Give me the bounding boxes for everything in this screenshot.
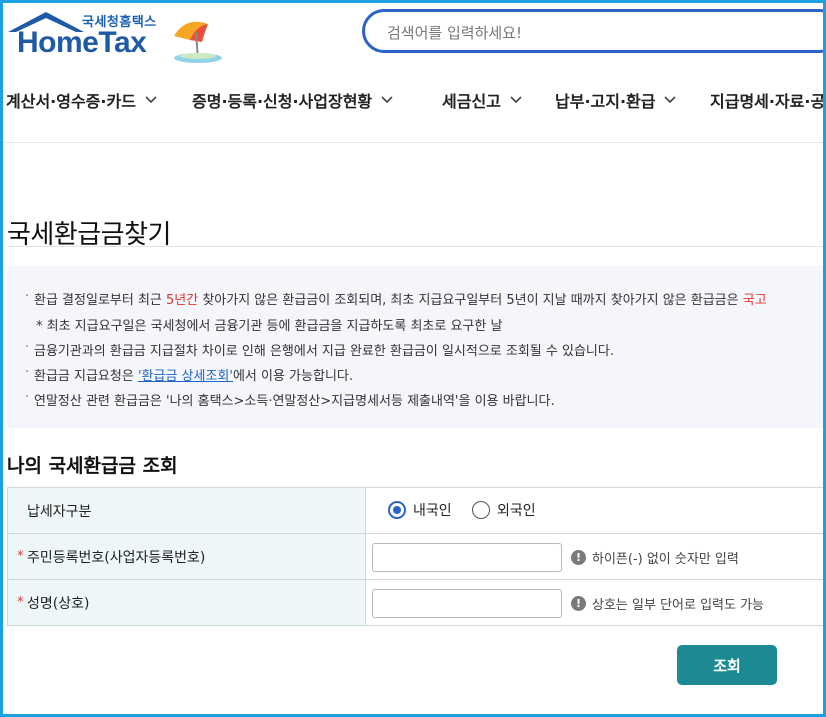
refund-search-form: 납세자구분 내국인 외국인 * 주민등록번호(사업자등록번호) ! 하이픈(-)…: [7, 487, 826, 626]
taxpayer-type-label: 납세자구분: [7, 488, 366, 533]
nav-label: 지급명세·자료·공: [710, 92, 826, 111]
name-label: * 성명(상호): [7, 580, 366, 625]
id-number-input[interactable]: [372, 543, 565, 573]
section-title: 나의 국세환급금 조회: [7, 455, 178, 477]
divider: [7, 246, 826, 247]
notice-item: · 환급금 지급요청은 '환급금 상세조회'에서 이용 가능합니다.: [25, 365, 353, 384]
radio-domestic[interactable]: 내국인: [388, 500, 452, 520]
nav-label: 납부·고지·환급: [555, 92, 656, 111]
nav-payment-statement[interactable]: 지급명세·자료·공: [710, 88, 825, 112]
chevron-down-icon: [381, 96, 393, 104]
nav-label: 세금신고: [442, 92, 501, 111]
hometax-logo[interactable]: 국세청홈택스 HomeTax: [6, 8, 222, 64]
notice-item: · 금융기관과의 환급금 지급절차 차이로 인해 은행에서 지급 완료한 환급금이…: [25, 340, 614, 359]
search-button[interactable]: 조회: [677, 645, 777, 685]
name-hint: ! 상호는 일부 단어로 입력도 가능: [571, 594, 764, 613]
beach-umbrella-icon: [174, 21, 222, 63]
search-input[interactable]: [385, 21, 809, 45]
id-number-label: * 주민등록번호(사업자등록번호): [7, 534, 366, 579]
search-bar[interactable]: [362, 9, 826, 53]
radio-checked-icon: [388, 501, 406, 519]
form-row-id-number: * 주민등록번호(사업자등록번호) ! 하이픈(-) 없이 숫자만 입력: [7, 534, 826, 580]
header: 국세청홈택스 HomeTax 계산서·영수증·카드 증명·등록·신청·사업장현황…: [0, 0, 826, 143]
notice-item: · 환급 결정일로부터 최근 5년간 찾아가지 않은 환급금이 조회되며, 최초…: [25, 289, 767, 308]
chevron-down-icon: [145, 96, 157, 104]
refund-detail-link[interactable]: '환급금 상세조회': [138, 369, 233, 384]
notice-box: · 환급 결정일로부터 최근 5년간 찾아가지 않은 환급금이 조회되며, 최초…: [7, 266, 826, 428]
nav-receipts[interactable]: 계산서·영수증·카드: [6, 88, 157, 112]
required-mark: *: [17, 549, 24, 564]
notice-item: · 연말정산 관련 환급금은 '나의 홈택스>소득·연말정산>지급명세서등 제출내…: [25, 390, 555, 409]
info-icon: !: [571, 596, 586, 611]
radio-foreign[interactable]: 외국인: [472, 500, 536, 520]
info-icon: !: [571, 550, 586, 565]
id-number-hint: ! 하이픈(-) 없이 숫자만 입력: [571, 548, 739, 567]
notice-subitem: * 최초 지급요구일은 국세청에서 금융기관 등에 환급금을 지급하도록 최초로…: [36, 319, 503, 334]
nav-label: 증명·등록·신청·사업장현황: [192, 92, 373, 111]
chevron-down-icon: [664, 96, 677, 104]
name-input[interactable]: [372, 589, 565, 619]
nav-payment-refund[interactable]: 납부·고지·환급: [555, 88, 677, 112]
logo-title: HomeTax: [17, 26, 147, 59]
form-row-taxpayer-type: 납세자구분 내국인 외국인: [7, 488, 826, 534]
chevron-down-icon: [510, 96, 522, 104]
nav-tax-filing[interactable]: 세금신고: [442, 88, 522, 112]
nav-label: 계산서·영수증·카드: [6, 92, 136, 111]
required-mark: *: [17, 595, 24, 610]
form-row-name: * 성명(상호) ! 상호는 일부 단어로 입력도 가능: [7, 580, 826, 626]
radio-unchecked-icon: [472, 501, 490, 519]
nav-certificates[interactable]: 증명·등록·신청·사업장현황: [192, 88, 393, 112]
